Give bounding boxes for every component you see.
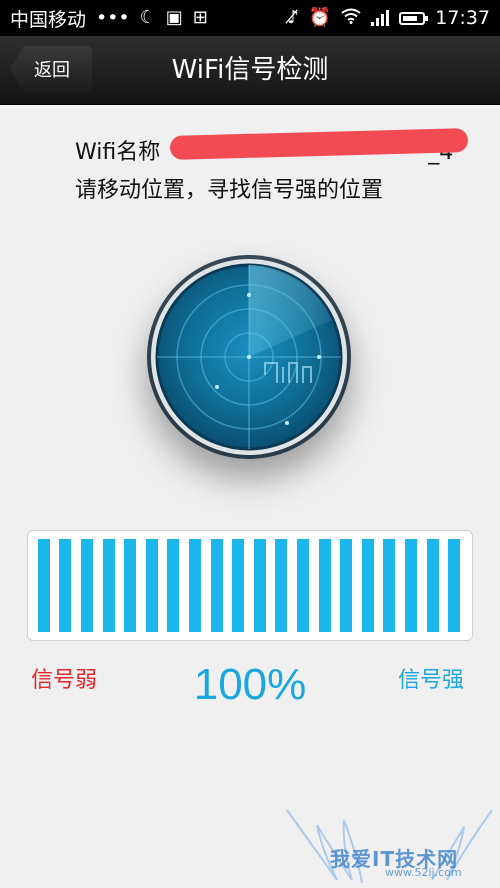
radar-scanner (147, 255, 351, 459)
notification-dots: ••• (96, 7, 130, 29)
image-icon: ▣ (165, 7, 183, 28)
signal-strength-icon (371, 10, 390, 26)
wifi-icon (341, 8, 361, 28)
signal-bar (275, 539, 288, 632)
signal-bar (102, 539, 115, 632)
signal-bar (297, 539, 309, 632)
signal-bar (383, 539, 396, 632)
signal-bar (318, 539, 331, 632)
signal-bar (232, 539, 245, 632)
alarm-icon: ⏰ (308, 7, 332, 28)
carrier-name: 中国移动 (10, 8, 87, 31)
title-bar: 返回 WiFi信号检测 (0, 36, 500, 105)
signal-bar (124, 539, 137, 632)
back-button-label: 返回 (34, 60, 70, 81)
signal-bar (167, 539, 180, 632)
battery-icon (399, 11, 429, 25)
signal-bar (145, 539, 158, 632)
strong-signal-label: 信号强 (398, 668, 465, 693)
signal-bar (340, 539, 353, 632)
watermark-url: www.52ij.com (385, 866, 462, 879)
signal-bar (189, 539, 201, 632)
signal-bar (426, 539, 439, 632)
signal-bar (405, 539, 417, 632)
radar-graphic (151, 259, 347, 455)
signal-bar (81, 539, 93, 632)
signal-bar (253, 539, 266, 632)
moon-icon: ☾ (139, 7, 156, 28)
signal-bar (210, 539, 223, 632)
wifi-name-label: Wifi名称 (75, 140, 161, 165)
mute-icon: ♪̸ (287, 7, 299, 28)
signal-bar (361, 539, 374, 632)
signal-bar (448, 539, 461, 632)
signal-bar (59, 539, 72, 632)
signal-bar (37, 539, 50, 632)
grid-icon: ⊞ (192, 7, 208, 28)
back-button[interactable]: 返回 (10, 46, 92, 92)
instruction-text: 请移动位置，寻找信号强的位置 (75, 178, 384, 203)
clock: 17:37 (435, 7, 490, 29)
signal-strength-meter (27, 530, 473, 641)
status-bar: 中国移动 ••• ☾ ▣ ⊞ ♪̸ ⏰ 17:37 (0, 0, 500, 36)
